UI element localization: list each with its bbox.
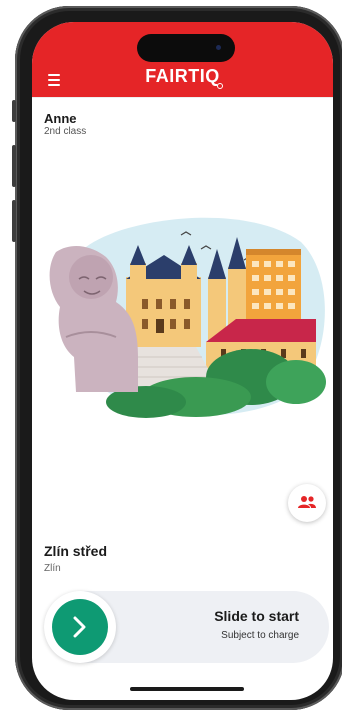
slider-title: Slide to start <box>214 608 299 624</box>
station-name: Zlín střed <box>44 543 108 559</box>
user-name: Anne <box>44 111 77 126</box>
station-city: Zlín <box>44 563 61 574</box>
travel-class: 2nd class <box>44 126 87 137</box>
slider-handle[interactable] <box>44 591 116 663</box>
slide-to-start-slider[interactable]: Slide to start Subject to charge <box>44 591 329 663</box>
side-button-volume-down <box>12 200 16 242</box>
group-travel-button[interactable] <box>288 484 326 522</box>
home-indicator[interactable] <box>130 687 244 691</box>
header-divider <box>32 97 333 98</box>
city-illustration <box>49 217 326 418</box>
slider-handle-inner <box>52 599 108 655</box>
app-header: FAIRTIQ <box>32 22 333 97</box>
brand-logo: FAIRTIQ <box>145 66 220 86</box>
chevron-right-icon <box>73 616 86 638</box>
camera-dot <box>216 45 221 50</box>
group-icon <box>298 496 316 508</box>
app-screen: FAIRTIQ Anne 2nd class Zlín střed Zlín S… <box>32 22 333 700</box>
logo-mark <box>217 83 223 89</box>
side-button-volume-up <box>12 145 16 187</box>
slider-subtitle: Subject to charge <box>221 630 299 641</box>
side-button-silent <box>12 100 16 122</box>
